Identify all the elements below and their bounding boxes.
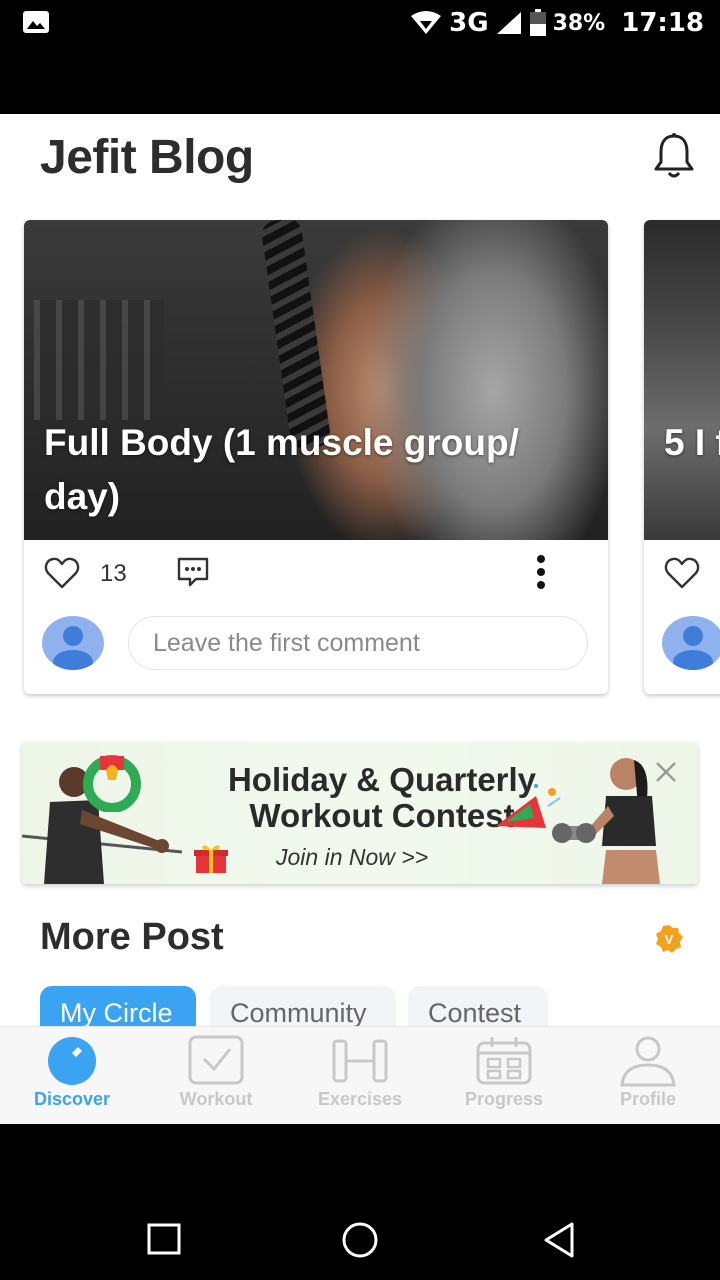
wreath-icon <box>83 755 141 812</box>
clock: 17:18 <box>621 8 704 38</box>
bell-icon[interactable] <box>652 132 696 180</box>
nav-progress[interactable]: Progress <box>432 1027 576 1124</box>
section-title: More Post <box>40 916 224 958</box>
dumbbell-icon <box>332 1039 388 1083</box>
clipboard-check-icon <box>188 1035 244 1085</box>
signal-icon <box>496 12 521 34</box>
calendar-icon <box>476 1037 532 1085</box>
like-count: 13 <box>100 560 127 587</box>
heart-icon[interactable] <box>44 556 80 590</box>
nav-discover[interactable]: Discover <box>0 1027 144 1124</box>
blog-card-title[interactable]: Full Body (1 muscle group/ day) <box>44 416 584 524</box>
page-title: Jefit Blog <box>40 131 254 184</box>
banner-cta[interactable]: Join in Now >> <box>276 844 428 871</box>
comment-input[interactable]: Leave the first comment <box>128 616 588 670</box>
nav-profile[interactable]: Profile <box>576 1027 720 1124</box>
bottom-nav: Discover Workout Exercises Progress Prof… <box>0 1026 720 1124</box>
battery-level: 38% <box>552 10 606 36</box>
nav-label: Discover <box>33 1089 111 1109</box>
vip-badge-icon[interactable]: V <box>654 924 684 954</box>
status-spacer <box>0 48 720 114</box>
blog-card-image[interactable]: Full Body (1 muscle group/ day) <box>24 220 608 540</box>
nav-label: Workout <box>179 1089 253 1109</box>
nav-label: Exercises <box>317 1089 403 1109</box>
user-avatar-icon <box>53 626 93 670</box>
back-icon[interactable] <box>540 1220 580 1260</box>
more-options-icon[interactable] <box>534 554 548 590</box>
vip-badge-label: V <box>665 932 674 947</box>
blog-card-image[interactable]: 5 I fro <box>644 220 720 540</box>
home-icon[interactable] <box>340 1220 380 1260</box>
avatar <box>662 616 720 670</box>
compass-icon <box>48 1037 96 1085</box>
battery-icon <box>529 9 546 36</box>
heart-icon[interactable] <box>664 556 700 590</box>
contest-banner[interactable]: Holiday & Quarterly Workout Contest Join… <box>22 742 698 884</box>
blog-card[interactable]: 5 I fro <box>644 220 720 694</box>
nav-workout[interactable]: Workout <box>144 1027 288 1124</box>
network-type: 3G <box>449 8 489 38</box>
status-bar: 3G 38% 17:18 <box>0 0 720 48</box>
app-screen: Jefit Blog Full Body (1 muscle group/ da… <box>0 114 720 1124</box>
blog-card[interactable]: Full Body (1 muscle group/ day) 13 Leave… <box>24 220 608 694</box>
avatar <box>42 616 104 670</box>
nav-label: Progress <box>464 1089 544 1109</box>
gift-icon <box>194 845 228 873</box>
user-avatar-icon <box>673 626 713 670</box>
nav-label: Profile <box>619 1089 676 1109</box>
close-icon[interactable] <box>654 760 678 784</box>
nav-exercises[interactable]: Exercises <box>288 1027 432 1124</box>
recents-icon[interactable] <box>144 1220 184 1260</box>
blog-card-title[interactable]: 5 I fro <box>664 416 720 470</box>
card-actions: 13 <box>24 540 608 606</box>
wifi-icon <box>411 11 442 34</box>
dumbbell-rack-graphic <box>34 300 164 420</box>
comment-icon[interactable] <box>176 556 210 588</box>
card-actions <box>644 540 720 606</box>
person-icon <box>620 1036 676 1087</box>
image-notification-icon <box>23 11 49 33</box>
system-nav-bar <box>0 1124 720 1280</box>
status-right: 3G 38% 17:18 <box>409 6 704 40</box>
